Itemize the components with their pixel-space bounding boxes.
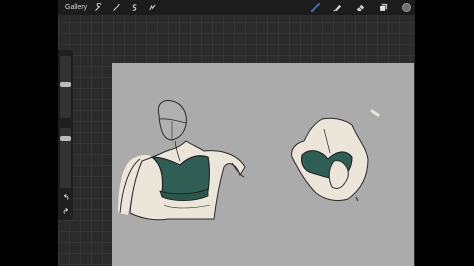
- brush-size-slider[interactable]: [60, 56, 71, 118]
- brush-icon[interactable]: [308, 0, 323, 15]
- drawing-canvas[interactable]: [112, 63, 414, 266]
- opacity-thumb[interactable]: [60, 136, 71, 142]
- left-sidebar: [58, 50, 73, 220]
- undo-icon[interactable]: [60, 192, 71, 201]
- wrench-icon[interactable]: [91, 0, 106, 15]
- eraser-icon[interactable]: [353, 0, 368, 15]
- selection-icon[interactable]: [127, 0, 142, 15]
- left-figure-sketch: [118, 100, 246, 221]
- magic-wand-icon[interactable]: [109, 0, 124, 15]
- redo-icon[interactable]: [60, 206, 71, 215]
- top-toolbar: Gallery: [58, 0, 415, 15]
- gallery-button[interactable]: Gallery: [65, 2, 87, 13]
- right-figure-sketch: [291, 109, 380, 202]
- layers-icon[interactable]: [376, 0, 391, 15]
- artwork-sketch: [118, 100, 380, 221]
- color-picker-swatch[interactable]: [402, 3, 411, 12]
- transform-arrow-icon[interactable]: [145, 0, 160, 15]
- smudge-icon[interactable]: [330, 0, 345, 15]
- brush-size-thumb[interactable]: [60, 81, 71, 87]
